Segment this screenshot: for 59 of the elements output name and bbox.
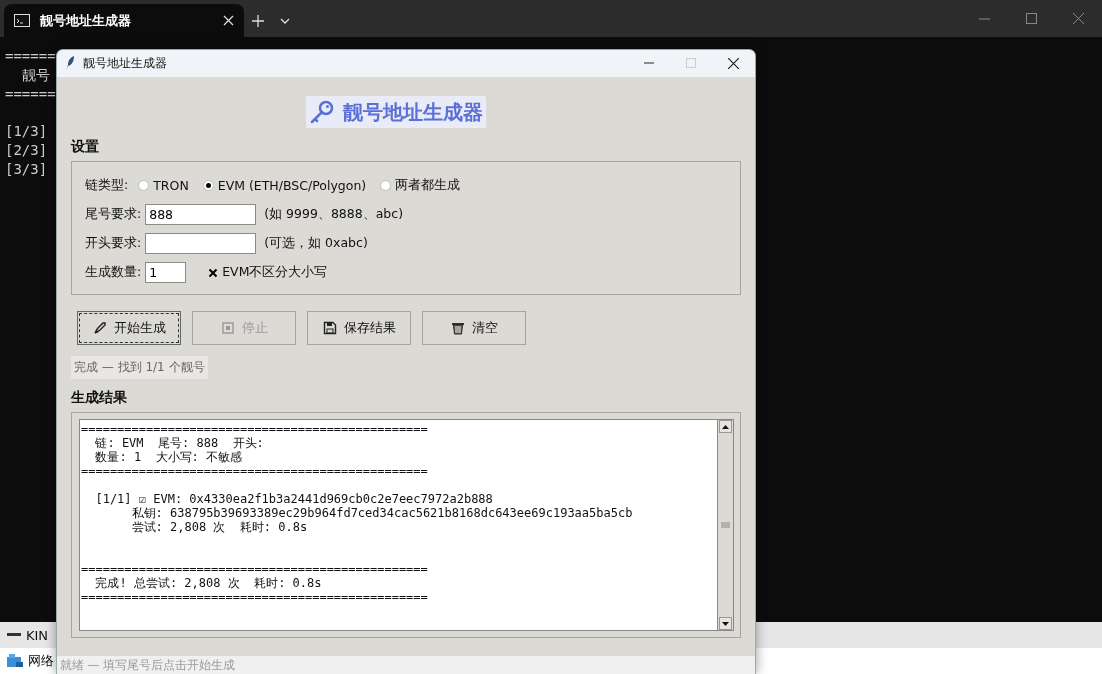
close-icon[interactable]: [728, 58, 739, 69]
checkbox-label[interactable]: EVM不区分大小写: [222, 264, 328, 281]
output-line: 私钥: 638795b39693389ec29b964fd7ced34cac5621b8168dc643ee69c193aa5ba5cb: [130, 506, 633, 520]
terminal-icon: [14, 14, 30, 27]
section-heading: 生成结果: [71, 389, 128, 407]
action-button[interactable]: 保存结果: [307, 311, 411, 345]
scroll-up-icon[interactable]: [722, 424, 729, 429]
output-line: ================================================: [81, 562, 428, 576]
folder-label[interactable]: KIN: [26, 627, 49, 643]
radio-button[interactable]: [202, 180, 214, 191]
section-heading: 设置: [71, 138, 100, 156]
radio-label[interactable]: 两者都生成: [395, 177, 461, 194]
app-banner: 靓号地址生成器: [306, 96, 486, 128]
output-line: ================================================: [81, 422, 428, 436]
stop-icon: [220, 320, 236, 336]
input-field[interactable]: [145, 233, 257, 254]
status-bar: 就绪 — 填写尾号后点击开始生成: [57, 656, 755, 674]
output-line: ================================================: [81, 590, 428, 604]
trash-can-icon: [450, 320, 466, 336]
dash-icon: [7, 633, 21, 637]
output-line: 数量: 1 大小写: 不敏感: [94, 450, 243, 464]
maximize-icon: [686, 58, 696, 68]
output-line: 尝试: 2,808 次 耗时: 0.8s: [130, 520, 308, 534]
radio-button[interactable]: [138, 180, 150, 191]
action-button[interactable]: 开始生成: [77, 311, 181, 345]
radio-button[interactable]: [380, 180, 392, 191]
chevron-down-icon[interactable]: [280, 17, 290, 24]
action-button[interactable]: 清空: [422, 311, 526, 345]
folder-label[interactable]: 网络: [28, 652, 54, 670]
radio-label[interactable]: TRON: [153, 178, 189, 193]
field-hint: (可选，如 0xabc): [264, 235, 368, 252]
output-line: 完成! 总尝试: 2,808 次 耗时: 0.8s: [94, 576, 322, 590]
field-label: 开头要求:: [85, 235, 142, 252]
field-label: 生成数量:: [85, 264, 142, 281]
progress-status: 完成 — 找到 1/1 个靓号: [71, 356, 208, 379]
terminal-line: ======: [5, 47, 56, 66]
terminal-line: [2/3]: [5, 141, 48, 160]
input-field[interactable]: 888: [145, 204, 257, 225]
terminal-line: [3/3]: [5, 160, 48, 179]
output-line: ================================================: [81, 464, 428, 478]
maximize-icon[interactable]: [1026, 13, 1037, 24]
terminal-line: [1/3]: [5, 122, 48, 141]
field-label: 尾号要求:: [85, 206, 142, 223]
field-label: 链类型:: [85, 177, 129, 194]
terminal-line: ======: [5, 85, 56, 104]
key-icon: [309, 99, 335, 125]
terminal-line: 靓号: [20, 66, 50, 85]
grip-icon[interactable]: [721, 521, 730, 529]
scrollbar[interactable]: [717, 419, 734, 631]
network-folder-icon: [7, 654, 23, 668]
window-title: 靓号地址生成器: [83, 55, 167, 72]
plus-icon[interactable]: [252, 14, 264, 27]
input-field[interactable]: 1: [145, 262, 187, 283]
checkbox[interactable]: [208, 267, 219, 278]
output-line: 链: EVM 尾号: 888 开头:: [94, 436, 264, 450]
terminal-tab[interactable]: 靓号地址生成器: [4, 4, 244, 37]
output-line: [1/1] ☑ EVM: 0x4330ea2f1b3a2441d969cb0c2e7eec7972a2b888: [94, 492, 493, 506]
field-hint: (如 9999、8888、abc): [264, 206, 404, 223]
radio-label[interactable]: EVM (ETH/BSC/Polygon): [217, 178, 367, 193]
